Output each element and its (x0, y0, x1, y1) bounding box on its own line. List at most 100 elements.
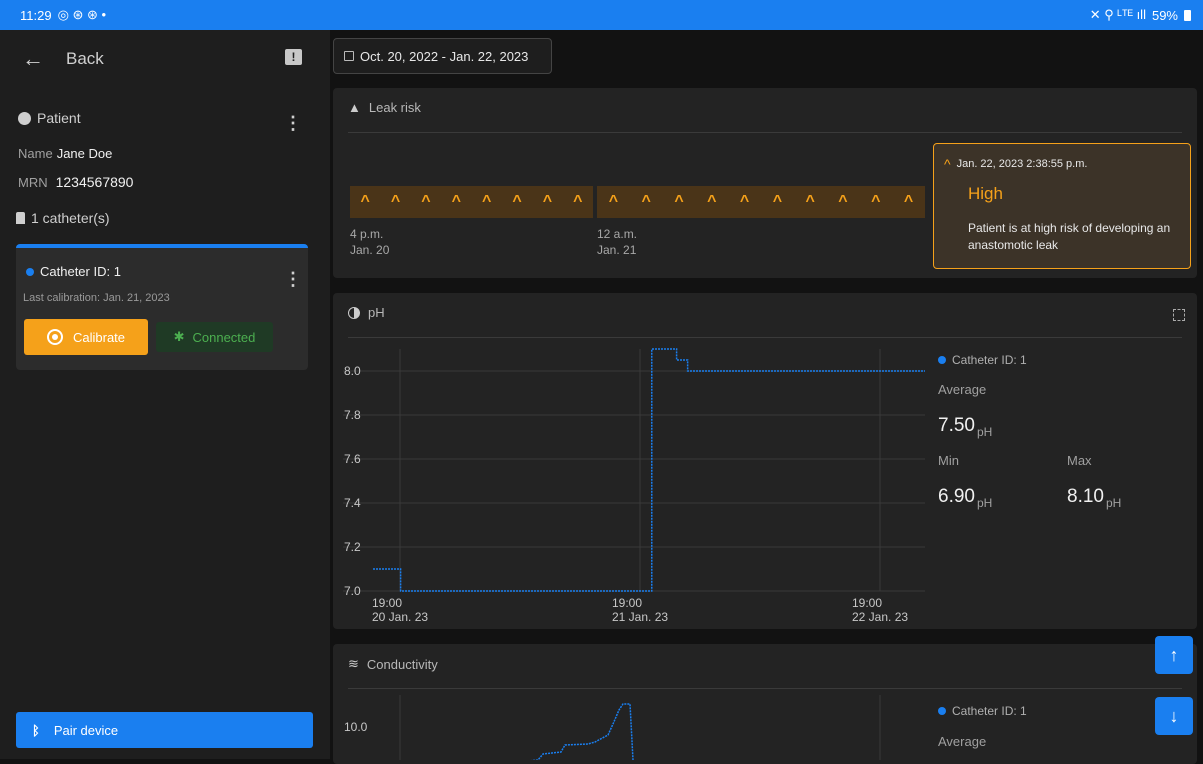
tooltip-timestamp: Jan. 22, 2023 2:38:55 p.m. (956, 158, 1088, 170)
leak-risk-title: ▲ Leak risk (348, 100, 421, 115)
leak-tick-time: 4 p.m. (350, 227, 384, 241)
catheter-card[interactable]: Catheter ID: 1 ⋮ Last calibration: Jan. … (16, 244, 308, 370)
leak-tick-date: Jan. 20 (350, 243, 390, 257)
ph-max-number: 8.10 (1067, 486, 1104, 507)
divider (348, 688, 1182, 689)
calibrate-button[interactable]: Calibrate (24, 319, 148, 355)
leak-tick-1: 4 p.m. Jan. 20 (350, 226, 389, 258)
risk-chevron-icon: ^ (674, 193, 684, 210)
leak-risk-strip-2[interactable]: ^ ^ ^ ^ ^ ^ ^ ^ ^ ^ (597, 186, 925, 218)
bluetooth-icon: ᛒ (32, 722, 40, 738)
ph-min-value: 6.90 pH (938, 486, 993, 510)
ph-unit: pH (976, 496, 993, 510)
ph-unit: pH (976, 425, 993, 439)
catheter-color-dot (26, 267, 34, 276)
leak-risk-strip-1[interactable]: ^ ^ ^ ^ ^ ^ ^ ^ (350, 186, 593, 218)
date-range-label: Oct. 20, 2022 - Jan. 22, 2023 (360, 48, 529, 64)
signal-icons: ✕ ⚲ ᴸᵀᴱ ıll (1089, 7, 1146, 22)
x-tick-date: 21 Jan. 23 (612, 610, 668, 624)
conductivity-legend-label: Catheter ID: 1 (952, 704, 1027, 718)
waves-icon: ≋ (348, 656, 359, 671)
scroll-down-button[interactable]: ↓ (1155, 697, 1193, 735)
divider (348, 132, 1182, 133)
conductivity-panel: ≋ Conductivity 10.0 Catheter ID: 1 Avera… (333, 644, 1197, 764)
name-label: Name (18, 146, 53, 161)
y-tick-label: 7.0 (344, 584, 361, 598)
connected-label: Connected (192, 329, 256, 345)
risk-chevron-icon: ^ (903, 193, 914, 210)
x-tick-date: 22 Jan. 23 (852, 610, 908, 624)
ph-legend-label: Catheter ID: 1 (952, 353, 1027, 367)
risk-chevron-icon: ^ (871, 193, 881, 210)
divider (348, 337, 1182, 338)
conductivity-average-label: Average (938, 734, 987, 749)
risk-chevron-icon: ^ (573, 193, 583, 210)
ph-max-value: 8.10 pH (1067, 486, 1121, 510)
ph-min-number: 6.90 (938, 486, 975, 507)
date-range-picker[interactable]: Oct. 20, 2022 - Jan. 22, 2023 (333, 38, 552, 74)
connection-status-badge: ✱ Connected (156, 322, 273, 352)
calendar-icon (344, 51, 354, 61)
patient-heading-label: Patient (37, 110, 81, 126)
patient-name-row: Name Jane Doe (18, 146, 112, 161)
tooltip-timestamp-row: ^ Jan. 22, 2023 2:38:55 p.m. (944, 156, 1087, 172)
pair-device-button[interactable]: ᛒ Pair device (16, 712, 313, 748)
back-button[interactable]: Back (66, 49, 104, 69)
series-color-dot (938, 707, 946, 715)
sidebar: ← Back ! Patient ⋮ Name Jane Doe MRN 12345… (0, 30, 330, 759)
chevron-up-icon: ^ (944, 156, 951, 172)
risk-level: High (968, 184, 1003, 203)
y-tick-label: 10.0 (344, 720, 368, 734)
patient-mrn-row: MRN 1234567890 (18, 174, 133, 190)
ph-chart: 7.07.27.47.67.88.019:0020 Jan. 2319:0021… (343, 348, 925, 624)
leak-risk-tooltip: ^ Jan. 22, 2023 2:38:55 p.m. High Patien… (933, 143, 1191, 269)
ph-title: pH (348, 305, 385, 320)
calibrate-label: Calibrate (72, 329, 126, 345)
y-tick-label: 7.4 (344, 496, 361, 510)
conductivity-chart: 10.0 (344, 695, 881, 760)
catheter-icon (16, 212, 25, 224)
risk-chevron-icon: ^ (707, 193, 717, 210)
risk-chevron-icon: ^ (739, 193, 750, 210)
ph-average-label: Average (938, 382, 987, 397)
conductivity-series-line (530, 703, 634, 760)
conductivity-title-label: Conductivity (366, 656, 438, 672)
patient-name: Jane Doe (56, 146, 113, 161)
x-tick-time: 19:00 (372, 596, 402, 610)
scroll-up-button[interactable]: ↑ (1155, 636, 1193, 674)
ph-average-value: 7.50 pH (938, 415, 993, 439)
top-nav: ← Back ! (0, 30, 330, 88)
risk-chevron-icon: ^ (641, 193, 651, 210)
leak-risk-title-label: Leak risk (368, 100, 421, 115)
y-tick-label: 7.2 (344, 540, 361, 554)
battery-level: 59% (1151, 7, 1178, 23)
fullscreen-icon[interactable] (1173, 309, 1185, 321)
ph-series-line (373, 348, 925, 592)
back-arrow-icon[interactable]: ← (22, 46, 52, 72)
main-content: Oct. 20, 2022 - Jan. 22, 2023 ▲ Leak ris… (330, 30, 1203, 764)
risk-chevron-icon: ^ (512, 193, 522, 210)
catheter-id-label: Catheter ID: 1 (40, 264, 121, 279)
last-calibration: Last calibration: Jan. 21, 2023 (23, 292, 170, 304)
ph-title-label: pH (368, 305, 385, 320)
risk-description: Patient is at high risk of developing an… (968, 221, 1171, 252)
patient-menu-icon[interactable]: ⋮ (284, 114, 302, 132)
ph-legend: Catheter ID: 1 (938, 353, 1027, 367)
catheter-count-label: 1 catheter(s) (31, 210, 110, 226)
battery-icon (1184, 9, 1191, 21)
target-icon (46, 329, 63, 345)
y-tick-label: 7.8 (344, 408, 361, 422)
y-tick-label: 7.6 (344, 452, 361, 466)
conductivity-title: ≋ Conductivity (348, 656, 438, 672)
x-tick-time: 19:00 (852, 596, 882, 610)
status-time: 11:29 (20, 7, 52, 23)
risk-chevron-icon: ^ (482, 193, 492, 210)
pair-device-label: Pair device (53, 722, 119, 738)
x-tick-time: 19:00 (612, 596, 642, 610)
risk-chevron-icon: ^ (805, 193, 815, 210)
risk-chevron-icon: ^ (838, 193, 848, 210)
leak-tick-date: Jan. 21 (597, 243, 637, 257)
feedback-icon[interactable]: ! (285, 49, 302, 65)
risk-chevron-icon: ^ (772, 193, 783, 210)
catheter-menu-icon[interactable]: ⋮ (284, 270, 302, 288)
